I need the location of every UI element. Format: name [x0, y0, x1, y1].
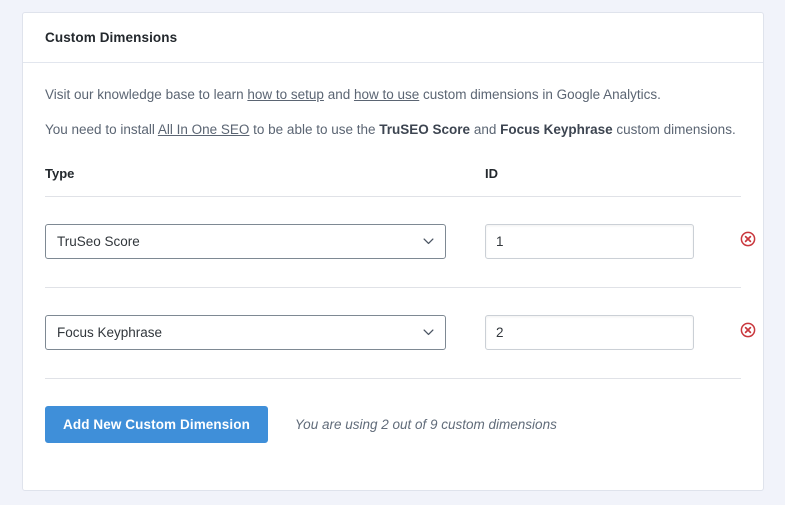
desc2-text-3: and	[470, 122, 501, 138]
delete-circle-icon[interactable]	[740, 322, 756, 338]
column-header-type: Type	[45, 165, 75, 181]
card-header: Custom Dimensions	[23, 13, 763, 63]
table-header-row: Type ID	[45, 165, 741, 197]
desc-text-2: and	[323, 87, 354, 102]
custom-dimensions-card: Custom Dimensions Visit our knowledge ba…	[22, 12, 764, 491]
card-footer: Add New Custom Dimension You are using 2…	[45, 379, 741, 443]
focus-keyphrase-emphasis: Focus Keyphrase	[500, 122, 613, 138]
desc-text-1: Visit our knowledge base to learn	[45, 87, 248, 102]
table-row: Focus Keyphrase	[45, 288, 756, 379]
page-title: Custom Dimensions	[45, 30, 178, 45]
delete-circle-icon[interactable]	[740, 231, 756, 247]
desc2-text-1: You need to install	[45, 122, 158, 138]
add-new-custom-dimension-button[interactable]: Add New Custom Dimension	[45, 405, 268, 443]
card-body: Visit our knowledge base to learn how to…	[23, 63, 763, 443]
row-type-cell: TruSeo Score	[45, 224, 485, 259]
desc2-text-4: custom dimensions.	[612, 122, 736, 138]
install-aioseo-description: You need to install All In One SEO to be…	[45, 120, 741, 140]
row-actions-cell	[697, 322, 756, 343]
truseo-score-emphasis: TruSEO Score	[379, 122, 471, 138]
column-id: ID	[485, 165, 697, 183]
row-id-cell	[485, 315, 697, 350]
row-id-cell	[485, 224, 697, 259]
usage-status-text: You are using 2 out of 9 custom dimensio…	[294, 416, 557, 432]
knowledge-base-description: Visit our knowledge base to learn how to…	[45, 85, 741, 105]
column-header-id: ID	[485, 165, 498, 181]
row-type-cell: Focus Keyphrase	[45, 315, 485, 350]
desc2-text-2: to be able to use the	[249, 122, 380, 138]
type-select-wrapper: Focus Keyphrase	[45, 315, 446, 350]
column-type: Type	[45, 165, 485, 183]
desc-text-3: custom dimensions in Google Analytics.	[419, 87, 661, 102]
type-select-wrapper: TruSeo Score	[45, 224, 446, 259]
dimension-id-input[interactable]	[485, 315, 694, 350]
row-actions-cell	[697, 231, 756, 252]
table-row: TruSeo Score	[45, 197, 756, 288]
how-to-setup-link[interactable]: how to setup	[247, 87, 324, 102]
all-in-one-seo-link[interactable]: All In One SEO	[158, 122, 250, 137]
dimension-type-select[interactable]: Focus Keyphrase	[45, 315, 446, 350]
dimension-id-input[interactable]	[485, 224, 694, 259]
how-to-use-link[interactable]: how to use	[354, 87, 419, 102]
dimension-type-select[interactable]: TruSeo Score	[45, 224, 446, 259]
